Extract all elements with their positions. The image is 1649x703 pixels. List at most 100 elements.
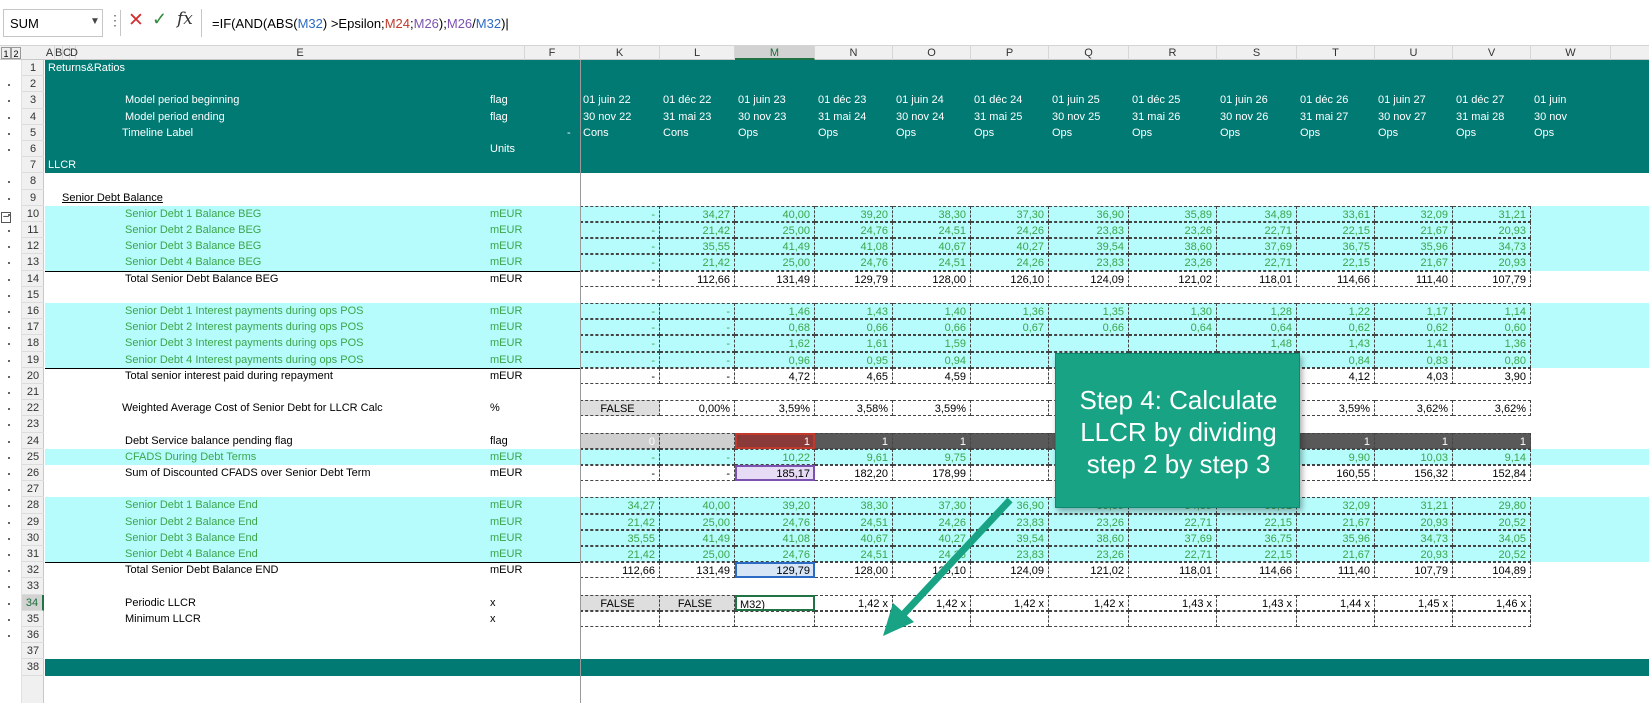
cell[interactable]: 1,28 — [1217, 303, 1297, 320]
row-header-30[interactable]: 30 — [22, 530, 44, 546]
cell[interactable]: 0,96 — [735, 351, 815, 368]
column-header-p[interactable]: P — [971, 46, 1049, 60]
cell[interactable]: 0,64 — [1217, 319, 1297, 336]
cell[interactable]: 178,99 — [893, 465, 971, 482]
cell[interactable]: 10,03 — [1375, 448, 1453, 465]
row-header-13[interactable]: 13 — [22, 254, 44, 271]
row-header-22[interactable]: 22 — [22, 400, 44, 417]
cell[interactable]: 1,46 x — [1453, 594, 1531, 611]
cell[interactable]: 20,93 — [1453, 254, 1531, 271]
cell[interactable]: 34,73 — [1375, 529, 1453, 546]
cell[interactable]: FALSE — [580, 594, 660, 611]
cell[interactable]: 22,71 — [1217, 222, 1297, 239]
cell[interactable]: - — [580, 222, 660, 239]
cell[interactable]: 0,67 — [971, 319, 1049, 336]
column-header-e[interactable]: E — [76, 46, 525, 60]
cell[interactable]: 38,60 — [1049, 529, 1129, 546]
enter-check-icon[interactable]: ✓ — [152, 9, 167, 30]
cell[interactable]: 129,79 — [815, 270, 893, 287]
column-header-c[interactable]: C — [63, 46, 71, 60]
cell[interactable]: 160,55 — [1297, 465, 1375, 482]
cell[interactable] — [1297, 610, 1375, 627]
cell[interactable]: 1 — [1375, 432, 1453, 449]
cell[interactable]: - — [660, 335, 735, 352]
cell[interactable]: 1,30 — [1129, 303, 1217, 320]
cell[interactable]: 23,26 — [1049, 513, 1129, 530]
cell[interactable]: 31,21 — [1375, 497, 1453, 514]
cell-grid[interactable]: Returns&Ratios Model period beginning Mode… — [45, 60, 1649, 703]
chevron-down-icon[interactable]: ▼ — [90, 16, 100, 27]
cell[interactable]: 37,30 — [893, 497, 971, 514]
row-header-29[interactable]: 29 — [22, 514, 44, 530]
cell[interactable]: 34,89 — [1217, 205, 1297, 222]
cell[interactable] — [815, 610, 893, 627]
cell[interactable] — [971, 351, 1049, 368]
cell[interactable] — [971, 465, 1049, 482]
cell[interactable]: 22,15 — [1217, 513, 1297, 530]
cell[interactable]: 40,27 — [893, 529, 971, 546]
cell[interactable]: 4,72 — [735, 367, 815, 384]
cell[interactable]: FALSE — [580, 400, 660, 417]
row-header-32[interactable]: 32 — [22, 562, 44, 579]
cell[interactable]: 21,42 — [580, 546, 660, 563]
cancel-icon[interactable]: ✕ — [128, 9, 144, 32]
cell[interactable]: 21,42 — [660, 222, 735, 239]
cell[interactable] — [971, 367, 1049, 384]
row-header-36[interactable]: 36 — [22, 627, 44, 644]
cell[interactable]: 40,27 — [971, 238, 1049, 255]
cell[interactable]: 104,89 — [1453, 562, 1531, 579]
cell[interactable]: 128,00 — [893, 270, 971, 287]
cell[interactable]: 24,26 — [971, 222, 1049, 239]
cell[interactable]: 3,90 — [1453, 367, 1531, 384]
cell[interactable]: 1 — [815, 432, 893, 449]
cell[interactable]: 22,15 — [1217, 546, 1297, 563]
cell[interactable]: 22,15 — [1297, 254, 1375, 271]
cell[interactable]: 3,59% — [893, 400, 971, 417]
cell[interactable]: 4,03 — [1375, 367, 1453, 384]
cell[interactable]: 39,20 — [815, 205, 893, 222]
cell[interactable]: 0,95 — [815, 351, 893, 368]
row-header-20[interactable]: 20 — [22, 368, 44, 384]
column-header-t[interactable]: T — [1297, 46, 1375, 60]
cell[interactable]: 35,55 — [580, 529, 660, 546]
cell[interactable]: 23,26 — [1129, 222, 1217, 239]
cell[interactable]: 38,60 — [1129, 238, 1217, 255]
cell[interactable] — [1375, 610, 1453, 627]
row-header-6[interactable]: 6 — [22, 141, 44, 158]
cell[interactable]: 1,46 — [735, 303, 815, 320]
cell[interactable]: 152,84 — [1453, 465, 1531, 482]
cell[interactable]: 20,52 — [1453, 513, 1531, 530]
cell[interactable]: 3,62% — [1375, 400, 1453, 417]
row-header-37[interactable]: 37 — [22, 643, 44, 660]
cell[interactable]: 185,17 — [735, 465, 815, 482]
cell[interactable]: 39,54 — [1049, 238, 1129, 255]
cell[interactable]: 4,59 — [893, 367, 971, 384]
cell[interactable]: 24,26 — [971, 254, 1049, 271]
cell[interactable]: 36,90 — [1049, 205, 1129, 222]
row-header-25[interactable]: 25 — [22, 449, 44, 465]
cell[interactable]: 1,40 — [893, 303, 971, 320]
cell[interactable] — [1049, 610, 1129, 627]
cell[interactable]: - — [580, 351, 660, 368]
column-header-k[interactable]: K — [580, 46, 660, 60]
cell[interactable]: 25,00 — [735, 222, 815, 239]
cell[interactable] — [893, 610, 971, 627]
cell[interactable]: 0,68 — [735, 319, 815, 336]
row-header-8[interactable]: 8 — [22, 173, 44, 190]
cell[interactable]: 1,43 — [1297, 335, 1375, 352]
cell[interactable]: 0,60 — [1453, 319, 1531, 336]
cell[interactable]: - — [580, 303, 660, 320]
insert-function-icon[interactable]: fx — [177, 9, 193, 29]
cell[interactable]: 1,42 x — [1049, 594, 1129, 611]
cell[interactable]: 1 — [1297, 432, 1375, 449]
cell[interactable]: 41,08 — [735, 529, 815, 546]
column-header-s[interactable]: S — [1217, 46, 1297, 60]
cell[interactable]: 4,12 — [1297, 367, 1375, 384]
outline-level-button[interactable]: 2 — [11, 47, 21, 59]
cell[interactable]: - — [580, 270, 660, 287]
cell[interactable]: 21,67 — [1375, 222, 1453, 239]
cell[interactable]: 40,67 — [893, 238, 971, 255]
column-header-v[interactable]: V — [1453, 46, 1531, 60]
cell[interactable]: 40,00 — [735, 205, 815, 222]
cell[interactable]: 22,71 — [1129, 513, 1217, 530]
